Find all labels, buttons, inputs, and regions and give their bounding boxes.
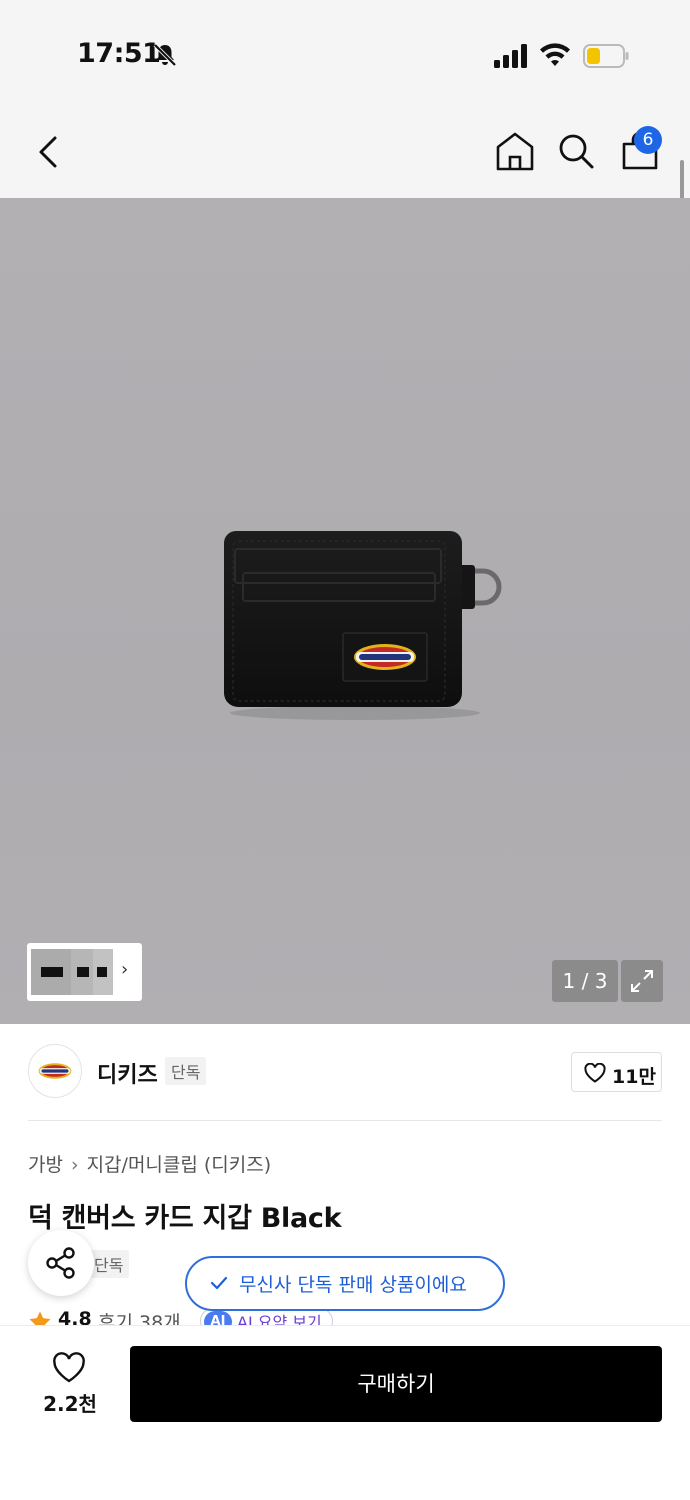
status-bar: 17:51 — [0, 0, 690, 100]
thumbnail-2[interactable] — [71, 949, 95, 995]
brand-name[interactable]: 디키즈 — [97, 1057, 158, 1089]
status-time: 17:51 — [77, 38, 161, 69]
home-icon[interactable] — [494, 130, 536, 172]
product-exclusive-tag: 단독 — [88, 1250, 130, 1278]
heart-icon — [584, 1063, 606, 1083]
wishlist-button[interactable]: 2.2천 — [30, 1348, 110, 1423]
heart-icon — [53, 1352, 85, 1383]
breadcrumb: 가방 › 지갑/머니클립 (디키즈) — [28, 1150, 271, 1177]
brand-logo[interactable] — [28, 1044, 82, 1098]
signal-icon — [494, 44, 527, 68]
wifi-icon — [540, 43, 570, 66]
product-image-gallery[interactable]: › 1 / 3 — [0, 198, 690, 1024]
wishlist-count: 2.2천 — [43, 1392, 97, 1416]
search-icon[interactable] — [556, 130, 596, 172]
thumbnail-strip[interactable]: › — [27, 943, 142, 1001]
brand-row: 디키즈 단독 11만 — [0, 1024, 690, 1120]
product-image — [224, 531, 502, 720]
breadcrumb-subcategory[interactable]: 지갑/머니클립 (디키즈) — [87, 1150, 272, 1177]
cart-count-badge: 6 — [634, 126, 662, 154]
exclusive-sale-toast: 무신사 단독 판매 상품이에요 — [185, 1256, 505, 1311]
breadcrumb-category[interactable]: 가방 — [28, 1150, 63, 1177]
thumbnail-1[interactable] — [31, 949, 73, 995]
brand-like-button[interactable]: 11만 — [571, 1052, 662, 1092]
expand-icon[interactable] — [621, 960, 663, 1002]
share-icon — [46, 1247, 75, 1279]
breadcrumb-separator: › — [70, 1154, 79, 1176]
image-page-counter: 1 / 3 — [552, 960, 618, 1002]
thumbnail-3[interactable] — [93, 949, 113, 995]
top-nav-bar — [0, 100, 690, 198]
bottom-action-bar: 2.2천 구매하기 — [0, 1325, 690, 1500]
product-title: 덕 캔버스 카드 지갑 Black — [28, 1203, 342, 1234]
chevron-right-icon[interactable]: › — [121, 959, 128, 980]
brand-exclusive-tag: 단독 — [165, 1057, 207, 1085]
toast-message: 무신사 단독 판매 상품이에요 — [239, 1274, 467, 1296]
brand-like-count: 11만 — [612, 1066, 656, 1088]
bell-off-icon — [153, 43, 177, 67]
back-icon[interactable] — [30, 130, 70, 174]
check-icon — [210, 1276, 228, 1290]
share-button[interactable] — [28, 1230, 94, 1296]
divider — [28, 1120, 662, 1121]
buy-button[interactable]: 구매하기 — [130, 1346, 662, 1422]
battery-icon — [583, 44, 629, 68]
